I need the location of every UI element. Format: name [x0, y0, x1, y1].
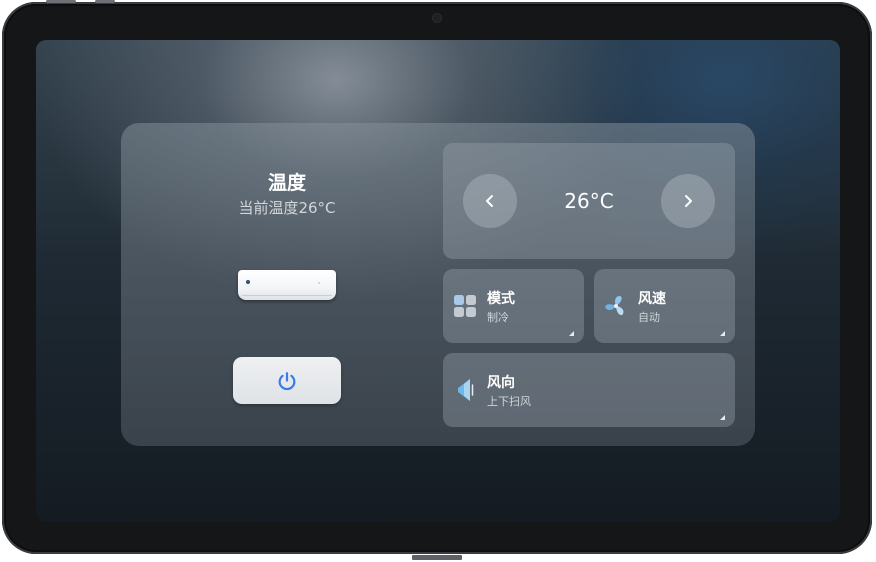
- ac-indicator-dot: [246, 280, 250, 284]
- air-direction-value: 上下扫风: [487, 395, 531, 408]
- target-temperature: 26°C: [564, 189, 614, 213]
- power-icon: [278, 371, 296, 390]
- chevron-left-icon: [486, 195, 493, 207]
- keyboard-connector: [412, 555, 462, 560]
- expand-corner-icon: [720, 415, 725, 420]
- air-conditioner-icon: [238, 270, 336, 300]
- air-direction-title: 风向: [487, 375, 515, 391]
- power-side-button: [95, 0, 115, 3]
- fan-speed-title: 风速: [638, 291, 666, 307]
- fan-icon: [605, 296, 624, 316]
- fan-speed-card[interactable]: 风速 自动: [594, 269, 735, 343]
- power-button[interactable]: [233, 357, 341, 404]
- screen: 温度 当前温度26°C 26°C 模式 制冷 风速 自动 风向 上下扫风: [36, 40, 840, 522]
- air-direction-card[interactable]: 风向 上下扫风: [443, 353, 735, 427]
- expand-corner-icon: [569, 331, 574, 336]
- expand-corner-icon: [720, 331, 725, 336]
- chevron-right-icon: [685, 195, 692, 207]
- louver-icon: [458, 379, 474, 401]
- ac-control-panel: 温度 当前温度26°C 26°C 模式 制冷 风速 自动 风向 上下扫风: [121, 123, 755, 446]
- mode-card[interactable]: 模式 制冷: [443, 269, 584, 343]
- panel-title: 温度: [267, 172, 306, 194]
- temperature-control: 26°C: [443, 143, 735, 259]
- ac-sensor-dot: [318, 282, 320, 284]
- mode-title: 模式: [487, 291, 515, 307]
- decrease-temperature-button[interactable]: [463, 174, 517, 228]
- increase-temperature-button[interactable]: [661, 174, 715, 228]
- ac-vent-line: [242, 295, 332, 296]
- grid-icon: [454, 295, 476, 317]
- fan-speed-value: 自动: [638, 311, 660, 324]
- volume-button: [46, 0, 76, 3]
- front-camera: [433, 14, 441, 22]
- current-temperature: 当前温度26°C: [238, 199, 336, 217]
- mode-value: 制冷: [487, 311, 509, 324]
